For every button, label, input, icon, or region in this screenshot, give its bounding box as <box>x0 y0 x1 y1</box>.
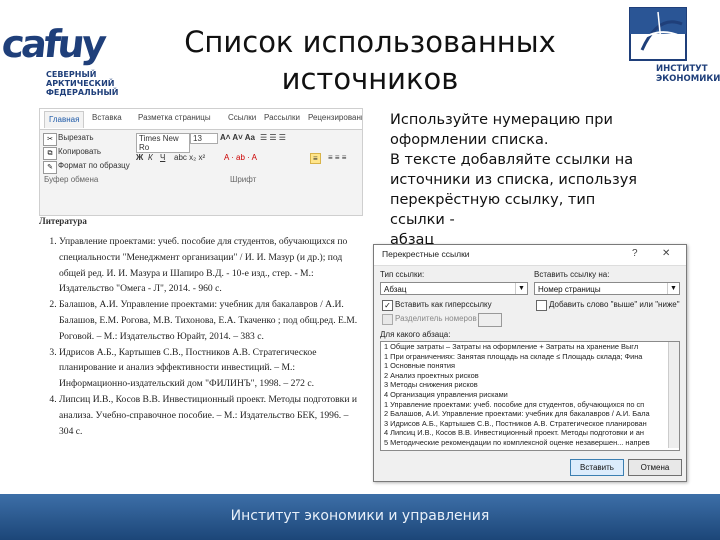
list-item[interactable]: 1 Управление проектами: учеб. пособие дл… <box>381 400 679 410</box>
word-ribbon-screenshot: Главная Вставка Разметка страницы Ссылки… <box>39 108 363 216</box>
list-item: Балашов, А.И. Управление проектами: учеб… <box>59 297 361 344</box>
cancel-button[interactable]: Отмена <box>628 459 682 476</box>
font-size-select[interactable]: 13 <box>190 133 218 144</box>
scissors-icon[interactable]: ✂ <box>43 133 57 146</box>
dialog-titlebar: Перекрестные ссылки ? ✕ <box>374 245 686 266</box>
references-list: Управление проектами: учеб. пособие для … <box>39 234 361 439</box>
tab-review[interactable]: Рецензирование <box>308 113 362 122</box>
font-color-icon[interactable]: A · ab · A <box>224 153 257 162</box>
instruction-line: перекрёстную ссылку, тип ссылки - <box>390 192 596 228</box>
font-group-label: Шрифт <box>230 175 257 184</box>
close-icon[interactable]: ✕ <box>662 248 670 259</box>
which-paragraph-label: Для какого абзаца: <box>380 330 451 339</box>
insert-ref-value: Номер страницы <box>538 285 601 294</box>
grow-font-icon[interactable]: A˄ A˅ Aa <box>220 133 255 142</box>
insert-ref-label: Вставить ссылку на: <box>534 270 610 279</box>
cross-reference-dialog: Перекрестные ссылки ? ✕ Тип ссылки: Абза… <box>373 244 687 482</box>
instruction-line: оформлении списка. <box>390 132 549 148</box>
ref-type-value: Абзац <box>384 285 407 294</box>
university-logo: cafuy СЕВЕРНЫЙ АРКТИЧЕСКИЙ ФЕДЕРАЛЬНЫЙ <box>0 0 119 110</box>
list-item[interactable]: 4 Липсиц И.В., Косов В.В. Инвестиционный… <box>381 428 679 438</box>
list-item[interactable]: 1 Основные понятия <box>381 361 679 371</box>
format-painter-icon[interactable]: ✎ <box>43 161 57 174</box>
ribbon-tabs: Главная Вставка Разметка страницы Ссылки… <box>40 109 362 130</box>
strikethrough-icon[interactable]: abc x₂ x² <box>174 153 205 162</box>
align-justify-icon[interactable]: ≡ <box>310 153 321 164</box>
clipboard-group-label: Буфер обмена <box>44 175 99 184</box>
instruction-line: источники из списка, используя <box>390 172 638 188</box>
above-below-label: Добавить слово "выше" или "ниже" <box>549 300 680 309</box>
font-name-select[interactable]: Times New Ro <box>136 133 190 153</box>
chevron-down-icon: ▼ <box>515 283 527 294</box>
institute-logo: ИНСТИТУТ ЭКОНОМИКИ <box>626 2 720 102</box>
list-item[interactable]: 3 Идрисов А.Б., Картышев С.В., Постников… <box>381 419 679 429</box>
underline-icon[interactable]: Ч <box>160 153 165 162</box>
copy-icon[interactable]: ⧉ <box>43 147 57 160</box>
tab-home[interactable]: Главная <box>44 111 85 128</box>
list-item[interactable]: 1 Общие затраты – Затраты на оформление … <box>381 342 679 352</box>
dialog-title: Перекрестные ссылки <box>382 249 470 259</box>
separator-input[interactable] <box>478 313 502 327</box>
insert-ref-select[interactable]: Номер страницы ▼ <box>534 282 680 295</box>
tab-insert[interactable]: Вставка <box>92 113 122 122</box>
globe-logo-icon <box>629 7 687 61</box>
list-item: Управление проектами: учеб. пособие для … <box>59 234 361 297</box>
bold-icon[interactable]: Ж <box>136 153 143 162</box>
document-page: Литература Управление проектами: учеб. п… <box>39 216 361 454</box>
tab-mailings[interactable]: Рассылки <box>264 113 300 122</box>
instructions-text: Используйте нумерацию при оформлении спи… <box>390 110 640 250</box>
above-below-checkbox[interactable] <box>536 300 547 311</box>
list-bullets-icon[interactable]: ☰ ☰ ☰ <box>260 133 286 142</box>
chevron-down-icon: ▼ <box>667 283 679 294</box>
list-item[interactable]: 1 При ограничениях: Занятая площадь на с… <box>381 352 679 362</box>
help-icon[interactable]: ? <box>632 248 638 259</box>
instruction-line: Используйте нумерацию при <box>390 112 613 128</box>
instruction-line: В тексте добавляйте ссылки на <box>390 152 634 168</box>
italic-icon[interactable]: К <box>148 153 153 162</box>
separate-numbers-label: Разделитель номеров <box>395 314 477 323</box>
align-icons[interactable]: ≡ ≡ ≡ <box>328 153 346 162</box>
ref-type-label: Тип ссылки: <box>380 270 425 279</box>
list-item[interactable]: 2 Анализ проектных рисков <box>381 371 679 381</box>
copy-button[interactable]: Копировать <box>58 147 101 156</box>
references-heading: Литература <box>39 216 87 226</box>
tab-page-layout[interactable]: Разметка страницы <box>138 113 211 122</box>
footer-text: Институт экономики и управления <box>230 508 490 524</box>
insert-button[interactable]: Вставить <box>570 459 624 476</box>
logo-subtitle: СЕВЕРНЫЙ АРКТИЧЕСКИЙ ФЕДЕРАЛЬНЫЙ <box>46 70 119 97</box>
list-item: Липсиц И.В., Косов В.В. Инвестиционный п… <box>59 392 361 439</box>
title-line-1: Список использованных <box>184 25 556 59</box>
listbox-scrollbar[interactable] <box>668 342 679 448</box>
cut-button[interactable]: Вырезать <box>58 133 94 142</box>
logo-text-line1: ИНСТИТУТ <box>656 64 708 74</box>
list-item[interactable]: 4 Организация управления рисками <box>381 390 679 400</box>
paragraph-listbox[interactable]: 1 Общие затраты – Затраты на оформление … <box>380 341 680 451</box>
slide-title: Список использованных источников <box>160 24 580 98</box>
tab-references[interactable]: Ссылки <box>228 113 256 122</box>
list-item[interactable]: 3 Методы снижения рисков <box>381 380 679 390</box>
hyperlink-label: Вставить как гиперссылку <box>395 300 492 309</box>
separate-numbers-checkbox[interactable] <box>382 314 393 325</box>
format-painter-button[interactable]: Формат по образцу <box>58 161 130 170</box>
list-item[interactable]: 2 Балашов, А.И. Управление проектами: уч… <box>381 409 679 419</box>
logo-wordmark: cafuy <box>0 22 106 66</box>
list-item[interactable]: 5 Методические рекомендации по комплексн… <box>381 438 679 448</box>
title-line-2: источников <box>281 62 459 96</box>
hyperlink-checkbox[interactable]: ✓ <box>382 300 393 311</box>
ref-type-select[interactable]: Абзац ▼ <box>380 282 528 295</box>
list-item: Идрисов А.Б., Картышев С.В., Постников А… <box>59 345 361 392</box>
logo-text-line2: ЭКОНОМИКИ <box>656 74 720 84</box>
